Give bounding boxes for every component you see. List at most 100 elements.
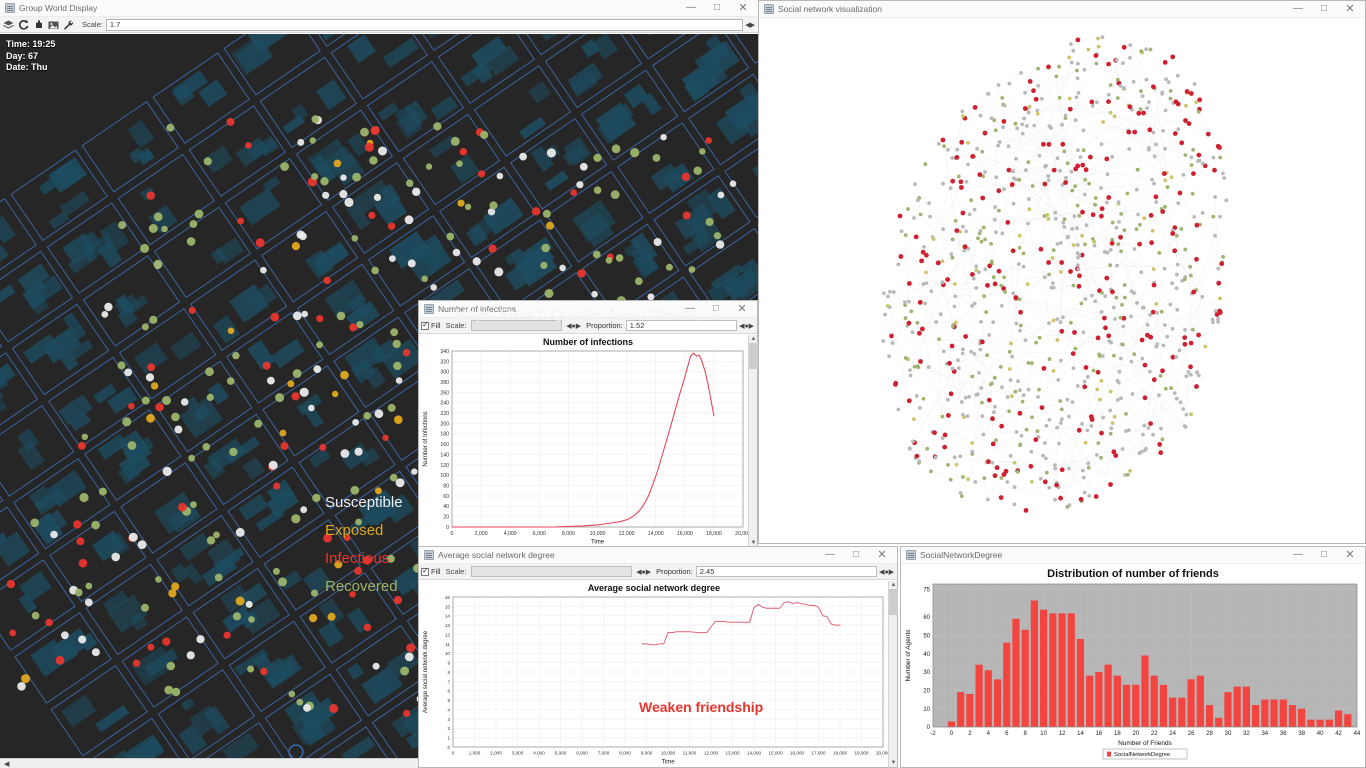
map-window-titlebar: Group World Display — □ ✕ bbox=[0, 0, 758, 17]
svg-text:320: 320 bbox=[440, 359, 449, 365]
scroll-thumb[interactable] bbox=[749, 343, 758, 369]
svg-text:40: 40 bbox=[923, 652, 930, 658]
svg-text:Time: Time bbox=[591, 540, 605, 546]
svg-text:20: 20 bbox=[923, 689, 930, 695]
svg-text:50: 50 bbox=[923, 634, 930, 640]
svg-text:4,000: 4,000 bbox=[504, 531, 517, 537]
svg-text:18: 18 bbox=[1114, 731, 1121, 737]
infections-vertical-scrollbar[interactable]: ▲ ▼ bbox=[748, 335, 758, 547]
scroll-up-icon[interactable]: ▲ bbox=[749, 335, 758, 343]
degree-vertical-scrollbar[interactable]: ▲ ▼ bbox=[888, 581, 898, 767]
map-scale-input[interactable]: 1.7 bbox=[105, 18, 744, 31]
map-status-arrows[interactable]: ◀ bbox=[2, 760, 10, 768]
map-maximize-button[interactable]: □ bbox=[704, 0, 730, 16]
social-network-visualization-window: Social network visualization — □ ✕ bbox=[758, 0, 1366, 544]
histogram-maximize-button[interactable]: □ bbox=[1311, 547, 1337, 563]
svg-text:0: 0 bbox=[446, 525, 449, 531]
svg-text:24: 24 bbox=[1169, 731, 1176, 737]
degree-proportion-arrows[interactable]: ◀ ● ▶ bbox=[877, 568, 895, 576]
network-close-button[interactable]: ✕ bbox=[1337, 1, 1363, 17]
histogram-chart-title: Distribution of number of friends bbox=[1047, 568, 1219, 580]
degree-minimize-button[interactable]: — bbox=[817, 547, 843, 563]
svg-text:15: 15 bbox=[445, 604, 451, 609]
svg-text:36: 36 bbox=[1280, 731, 1287, 737]
map-minimize-button[interactable]: — bbox=[678, 0, 704, 16]
svg-text:17,000: 17,000 bbox=[811, 751, 825, 756]
map-toolbar: Scale: 1.7 ◀▶ bbox=[0, 17, 758, 33]
svg-text:2,000: 2,000 bbox=[490, 751, 502, 756]
scroll-down-icon[interactable]: ▼ bbox=[889, 759, 898, 767]
infections-fill-checkbox[interactable] bbox=[421, 320, 429, 330]
infections-close-button[interactable]: ✕ bbox=[729, 301, 755, 317]
svg-text:14: 14 bbox=[445, 614, 451, 619]
svg-text:12: 12 bbox=[445, 632, 451, 637]
svg-text:11: 11 bbox=[445, 642, 450, 647]
socialnetworkdegree-window: SocialNetworkDegree — □ ✕ Distribution o… bbox=[900, 546, 1366, 768]
svg-text:8: 8 bbox=[447, 670, 450, 675]
scroll-thumb[interactable] bbox=[889, 589, 898, 615]
degree-proportion-input[interactable]: 2.45 bbox=[695, 566, 878, 577]
network-minimize-button[interactable]: — bbox=[1285, 1, 1311, 17]
svg-text:16,000: 16,000 bbox=[790, 751, 804, 756]
svg-text:6,000: 6,000 bbox=[533, 531, 546, 537]
scroll-up-icon[interactable]: ▲ bbox=[889, 581, 898, 589]
svg-text:12: 12 bbox=[1059, 731, 1066, 737]
svg-text:120: 120 bbox=[440, 463, 449, 469]
svg-text:280: 280 bbox=[440, 380, 449, 386]
histogram-minimize-button[interactable]: — bbox=[1285, 547, 1311, 563]
svg-text:7,000: 7,000 bbox=[598, 751, 610, 756]
infections-proportion-arrows[interactable]: ◀ ● ▶ bbox=[737, 322, 755, 330]
infections-fill-label: Fill bbox=[431, 321, 441, 330]
svg-text:12,000: 12,000 bbox=[704, 751, 718, 756]
degree-scale-arrows[interactable]: ◀ ● ▶ bbox=[634, 568, 652, 576]
svg-text:13,000: 13,000 bbox=[725, 751, 739, 756]
image-icon[interactable] bbox=[47, 19, 60, 31]
svg-text:9: 9 bbox=[447, 661, 450, 666]
network-window-title: Social network visualization bbox=[778, 4, 882, 14]
map-scale-arrows[interactable]: ◀▶ bbox=[743, 21, 756, 29]
map-close-button[interactable]: ✕ bbox=[730, 0, 756, 16]
hand-icon[interactable] bbox=[32, 19, 45, 31]
refresh-icon[interactable] bbox=[17, 19, 30, 31]
svg-text:22: 22 bbox=[1151, 731, 1158, 737]
svg-text:15,000: 15,000 bbox=[768, 751, 782, 756]
friends-histogram-chart: 010203040506075-2 0 2 4 6 8 10 12 14 16 18 20 22 24 26… bbox=[901, 580, 1365, 763]
network-maximize-button[interactable]: □ bbox=[1311, 1, 1337, 17]
svg-text:60: 60 bbox=[923, 615, 930, 621]
degree-fill-checkbox[interactable] bbox=[421, 566, 429, 576]
infections-chart-body: Number of infections 0 20 40 60 80 100 120 140 1… bbox=[419, 335, 757, 547]
svg-text:3,000: 3,000 bbox=[512, 751, 524, 756]
histogram-window-title: SocialNetworkDegree bbox=[920, 550, 1003, 560]
degree-window-title: Average social network degree bbox=[438, 550, 555, 560]
average-social-network-degree-window: Average social network degree — □ ✕ Fill… bbox=[418, 546, 898, 768]
svg-text:180: 180 bbox=[440, 432, 449, 438]
network-canvas[interactable] bbox=[759, 18, 1365, 543]
svg-text:160: 160 bbox=[440, 442, 449, 448]
svg-text:1,000: 1,000 bbox=[469, 751, 481, 756]
svg-text:Number of Agents: Number of Agents bbox=[905, 629, 912, 682]
app-icon bbox=[906, 550, 916, 560]
histogram-close-button[interactable]: ✕ bbox=[1337, 547, 1363, 563]
legend-item-recovered: Recovered bbox=[325, 578, 398, 595]
clock-date: Date: Thu bbox=[6, 62, 48, 72]
degree-chart-title: Average social network degree bbox=[587, 583, 721, 593]
degree-close-button[interactable]: ✕ bbox=[869, 547, 895, 563]
app-icon bbox=[424, 304, 434, 314]
legend-item-infectious: Infectious bbox=[325, 550, 390, 567]
number-of-infections-window: Number of infections — □ ✕ Fill Scale: ◀… bbox=[418, 300, 758, 548]
degree-maximize-button[interactable]: □ bbox=[843, 547, 869, 563]
svg-text:-2: -2 bbox=[930, 731, 936, 737]
layers-icon[interactable] bbox=[2, 19, 15, 31]
svg-text:1: 1 bbox=[447, 736, 450, 741]
svg-text:42: 42 bbox=[1335, 731, 1342, 737]
clock-day: Day: 67 bbox=[6, 50, 39, 61]
degree-toolbar: Fill Scale: ◀ ● ▶ Proportion: 2.45 ◀ ● ▶ bbox=[419, 564, 897, 580]
svg-text:19,000: 19,000 bbox=[854, 751, 868, 756]
svg-text:28: 28 bbox=[1206, 731, 1213, 737]
svg-text:220: 220 bbox=[440, 411, 449, 417]
degree-scale-slider[interactable] bbox=[471, 566, 633, 577]
wrench-icon[interactable] bbox=[62, 19, 75, 31]
svg-text:10,000: 10,000 bbox=[590, 531, 606, 537]
svg-text:13: 13 bbox=[445, 623, 451, 628]
svg-text:Number of Infections: Number of Infections bbox=[423, 411, 429, 466]
